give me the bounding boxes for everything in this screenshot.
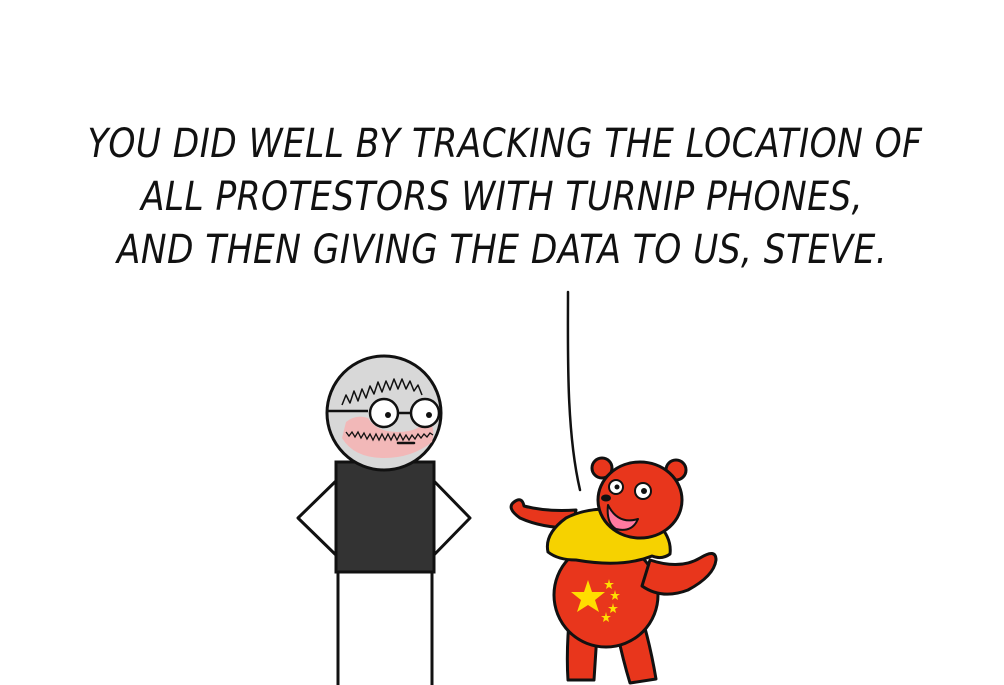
steve-character bbox=[296, 354, 472, 685]
comic-art bbox=[296, 290, 718, 685]
steve-left-arm bbox=[296, 476, 341, 560]
bear-nose bbox=[601, 494, 611, 502]
comic-panel: YOU DID WELL BY TRACKING THE LOCATION OF… bbox=[0, 0, 1004, 685]
steve-torso bbox=[334, 460, 436, 574]
bear-right-arm bbox=[640, 552, 718, 596]
steve-right-arm bbox=[429, 476, 472, 560]
speech-tail bbox=[566, 290, 582, 492]
bear-character bbox=[509, 456, 718, 685]
bear-head bbox=[596, 460, 684, 540]
